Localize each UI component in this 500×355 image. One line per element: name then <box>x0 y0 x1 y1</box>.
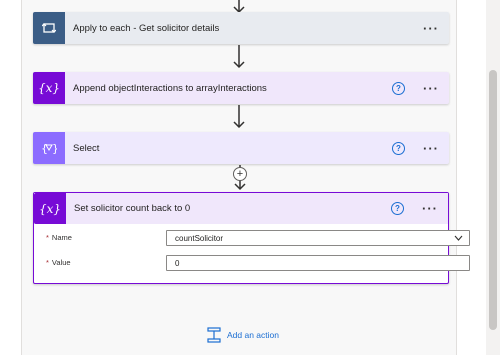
add-action-button[interactable]: Add an action <box>207 327 279 343</box>
name-field-row: * Name countSolicitor <box>34 230 470 248</box>
value-label: * Value <box>46 258 71 267</box>
card-header[interactable]: {x} Set solicitor count back to 0 ? ··· <box>34 193 448 224</box>
card-header[interactable]: {x} Append objectInteractions to arrayIn… <box>33 72 449 104</box>
card-title: Append objectInteractions to arrayIntera… <box>73 82 267 94</box>
more-options-button[interactable]: ··· <box>423 82 439 95</box>
action-card-select[interactable]: { } Select ? ··· <box>33 132 449 164</box>
insert-step-button[interactable]: + <box>233 167 247 181</box>
more-options-button[interactable]: ··· <box>423 22 439 35</box>
card-header[interactable]: Apply to each - Get solicitor details ··… <box>33 12 449 44</box>
add-action-label: Add an action <box>227 330 279 340</box>
svg-text:{: { <box>41 142 48 154</box>
action-card-apply-to-each[interactable]: Apply to each - Get solicitor details ··… <box>33 12 449 44</box>
variable-icon: {x} <box>33 72 65 104</box>
value-input[interactable]: 0 <box>166 255 470 271</box>
help-icon[interactable]: ? <box>391 202 404 215</box>
card-title: Apply to each - Get solicitor details <box>73 22 220 34</box>
data-operation-icon: { } <box>33 132 65 164</box>
action-card-set-variable[interactable]: {x} Set solicitor count back to 0 ? ··· … <box>33 192 470 284</box>
card-header[interactable]: { } Select ? ··· <box>33 132 449 164</box>
card-title: Select <box>73 142 100 154</box>
help-icon[interactable]: ? <box>392 141 405 155</box>
action-card-append-to-array[interactable]: {x} Append objectInteractions to arrayIn… <box>33 72 449 104</box>
more-options-button[interactable]: ··· <box>422 202 438 215</box>
add-action-icon <box>207 327 221 343</box>
scrollbar-thumb[interactable] <box>489 70 497 330</box>
more-options-button[interactable]: ··· <box>423 142 439 155</box>
variable-icon: {x} <box>34 193 66 224</box>
card-title: Set solicitor count back to 0 <box>74 203 191 214</box>
scrollbar[interactable] <box>486 0 500 355</box>
connector-arrow <box>233 105 245 129</box>
name-dropdown[interactable]: countSolicitor <box>166 230 470 246</box>
help-icon[interactable]: ? <box>392 81 405 95</box>
chevron-down-icon <box>454 235 463 241</box>
connector-arrow <box>233 45 245 69</box>
name-label: * Name <box>46 233 72 242</box>
loop-icon <box>33 12 65 44</box>
value-field-row: * Value 0 <box>34 255 470 273</box>
svg-text:}: } <box>52 142 57 154</box>
